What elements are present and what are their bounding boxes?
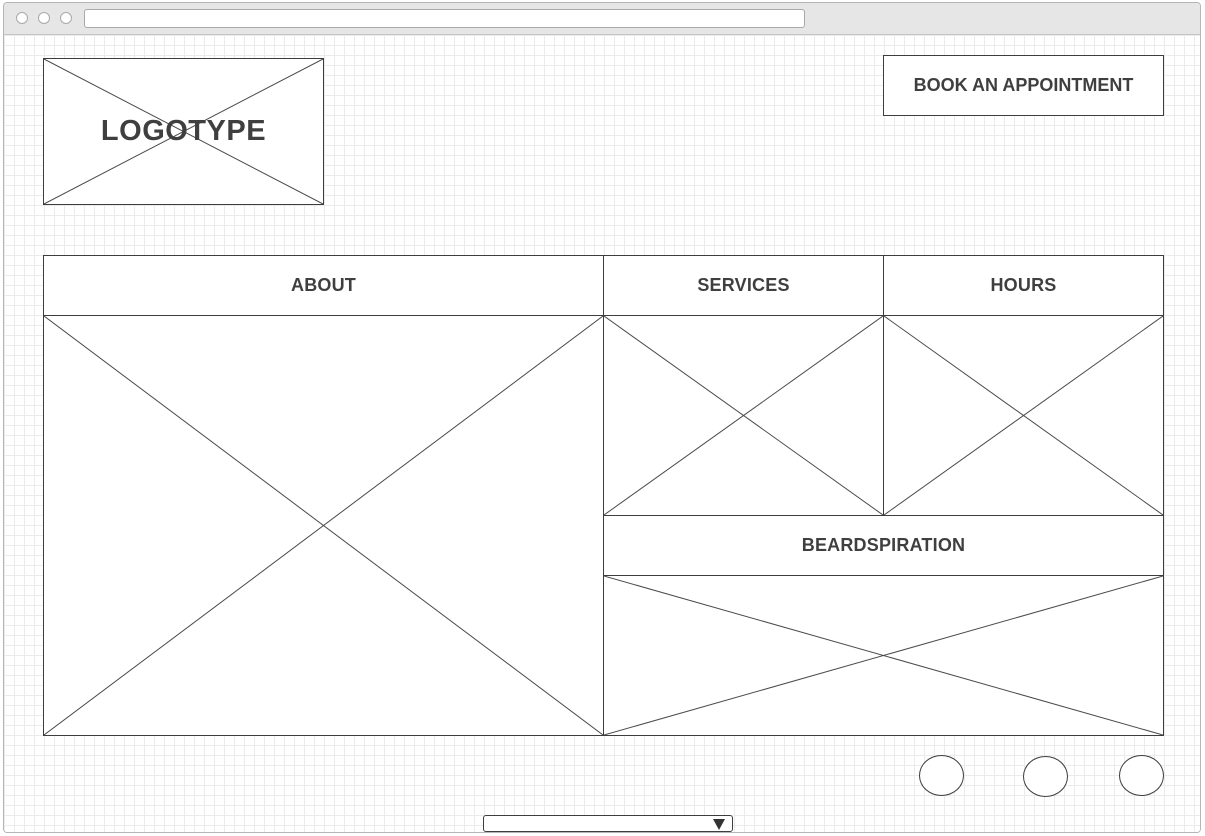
beardspiration-image-placeholder bbox=[603, 575, 1164, 736]
browser-window: LOGOTYPE BOOK AN APPOINTMENT ABOUT SERVI… bbox=[3, 2, 1201, 833]
placeholder-cross-icon bbox=[44, 316, 603, 735]
triangle-down-icon bbox=[713, 819, 725, 830]
placeholder-cross-icon bbox=[884, 316, 1163, 515]
browser-titlebar bbox=[4, 3, 1200, 35]
logotype-label: LOGOTYPE bbox=[100, 115, 267, 147]
window-minimize-icon[interactable] bbox=[38, 12, 50, 24]
window-close-icon[interactable] bbox=[16, 12, 28, 24]
services-image-placeholder bbox=[603, 315, 884, 516]
window-maximize-icon[interactable] bbox=[60, 12, 72, 24]
social-circle-icon[interactable] bbox=[1023, 756, 1068, 797]
tab-beardspiration[interactable]: BEARDSPIRATION bbox=[603, 515, 1164, 576]
book-appointment-button[interactable]: BOOK AN APPOINTMENT bbox=[883, 55, 1164, 116]
placeholder-cross-icon bbox=[604, 316, 883, 515]
address-bar[interactable] bbox=[84, 9, 805, 28]
social-circle-icon[interactable] bbox=[919, 755, 964, 796]
tab-services[interactable]: SERVICES bbox=[603, 255, 884, 316]
about-image-placeholder bbox=[43, 315, 604, 736]
dropdown-select[interactable] bbox=[483, 815, 733, 832]
placeholder-cross-icon bbox=[604, 576, 1163, 735]
hours-image-placeholder bbox=[883, 315, 1164, 516]
tab-about[interactable]: ABOUT bbox=[43, 255, 604, 316]
logo-placeholder[interactable]: LOGOTYPE bbox=[43, 58, 324, 205]
tab-hours[interactable]: HOURS bbox=[883, 255, 1164, 316]
social-circle-icon[interactable] bbox=[1119, 755, 1164, 796]
wireframe-canvas: LOGOTYPE BOOK AN APPOINTMENT ABOUT SERVI… bbox=[4, 35, 1200, 832]
